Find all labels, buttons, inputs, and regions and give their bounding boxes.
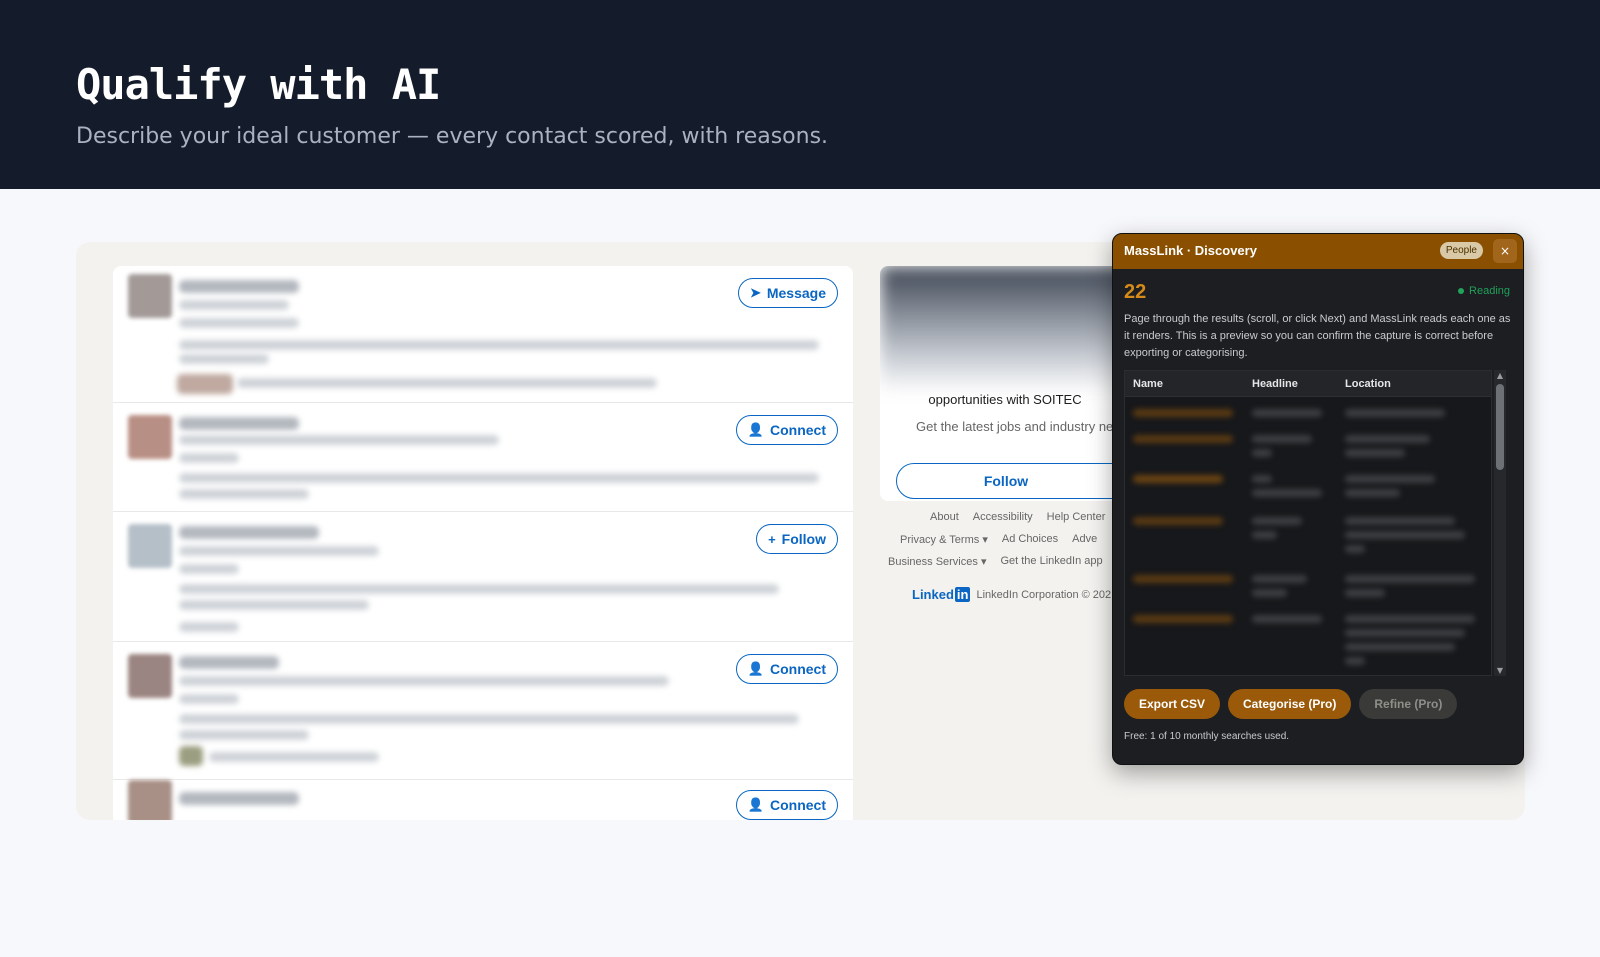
avatar xyxy=(128,654,172,698)
preview-table: Name Headline Location xyxy=(1124,370,1492,676)
add-person-icon: 👤 xyxy=(747,797,764,812)
close-icon[interactable]: × xyxy=(1493,239,1517,263)
panel-header: MassLink · Discovery People × xyxy=(1113,234,1523,269)
message-button[interactable]: ➤ Message xyxy=(737,278,838,308)
footer-link-accessibility[interactable]: Accessibility xyxy=(973,511,1033,523)
panel-title: MassLink · Discovery xyxy=(1124,243,1257,258)
scroll-down-icon[interactable]: ▼ xyxy=(1494,666,1506,675)
footer-link-advertising[interactable]: Adve xyxy=(1072,533,1097,546)
footer-link-ad-choices[interactable]: Ad Choices xyxy=(1002,533,1058,546)
result-row: 👤 Connect xyxy=(113,780,853,820)
masslink-discovery-panel: MassLink · Discovery People × 22 Reading… xyxy=(1112,233,1524,765)
chevron-down-icon: ▾ xyxy=(980,556,987,568)
refine-button[interactable]: Refine (Pro) xyxy=(1359,689,1458,719)
connect-button[interactable]: 👤 Connect xyxy=(735,790,838,820)
avatar xyxy=(128,415,172,459)
footer-copyright: LinkedIn Corporation © 202 xyxy=(976,588,1112,601)
company-banner-image xyxy=(880,266,1130,394)
follow-button[interactable]: + Follow xyxy=(756,524,838,554)
table-scrollbar[interactable]: ▲ ▼ xyxy=(1494,370,1506,676)
result-row: ➤ Message xyxy=(113,266,853,403)
add-person-icon: 👤 xyxy=(747,661,764,676)
plus-icon: + xyxy=(768,531,776,547)
connect-button[interactable]: 👤 Connect xyxy=(735,415,838,445)
categorise-button[interactable]: Categorise (Pro) xyxy=(1228,689,1352,719)
linkedin-logo: Linked in xyxy=(912,587,971,602)
column-header-location: Location xyxy=(1345,378,1391,390)
avatar xyxy=(128,524,172,568)
footer-link-privacy[interactable]: Privacy & Terms ▾ xyxy=(900,533,988,546)
send-icon: ➤ xyxy=(749,285,761,300)
footer-link-get-app[interactable]: Get the LinkedIn app xyxy=(1000,555,1102,568)
connect-button[interactable]: 👤 Connect xyxy=(735,654,838,684)
result-row: 👤 Connect xyxy=(113,403,853,512)
page-subtitle: Describe your ideal customer — every con… xyxy=(76,124,829,149)
result-row: 👤 Connect xyxy=(113,642,853,780)
column-header-headline: Headline xyxy=(1252,378,1298,390)
column-header-name: Name xyxy=(1133,378,1163,390)
search-results-feed: ➤ Message 👤 Connect + Follow 👤 Connect 👤… xyxy=(113,266,853,820)
avatar xyxy=(128,780,172,820)
table-header: Name Headline Location xyxy=(1125,371,1491,397)
scroll-up-icon[interactable]: ▲ xyxy=(1494,371,1506,380)
footer-link-help-center[interactable]: Help Center xyxy=(1047,511,1106,523)
chevron-down-icon: ▾ xyxy=(982,534,988,546)
status-dot-icon xyxy=(1458,288,1465,294)
company-follow-button[interactable]: Follow xyxy=(896,463,1130,499)
page-title: Qualify with AI xyxy=(76,60,441,109)
company-card-headline: opportunities with SOITEC xyxy=(928,392,1082,407)
mode-badge: People xyxy=(1439,242,1483,259)
export-csv-button[interactable]: Export CSV xyxy=(1124,689,1221,719)
result-count: 22 xyxy=(1124,281,1147,303)
company-ad-card: opportunities with SOITEC Get the latest… xyxy=(880,266,1130,501)
avatar xyxy=(128,274,172,318)
footer-link-business-services[interactable]: Business Services ▾ xyxy=(888,555,986,568)
panel-actions: Export CSV Categorise (Pro) Refine (Pro) xyxy=(1124,689,1458,719)
panel-description: Page through the results (scroll, or cli… xyxy=(1124,313,1511,359)
hero-banner: Qualify with AI Describe your ideal cust… xyxy=(0,0,1600,189)
result-row: + Follow xyxy=(113,512,853,642)
scrollbar-thumb[interactable] xyxy=(1496,384,1504,470)
company-card-tagline: Get the latest jobs and industry ne xyxy=(916,419,1114,434)
add-person-icon: 👤 xyxy=(747,422,764,437)
footer-link-about[interactable]: About xyxy=(930,511,959,523)
status-indicator: Reading xyxy=(1458,285,1510,297)
usage-quota: Free: 1 of 10 monthly searches used. xyxy=(1124,731,1290,742)
